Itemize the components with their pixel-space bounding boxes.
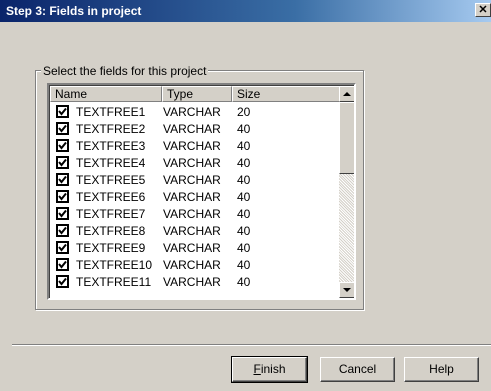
table-row[interactable]: TEXTFREE10 VARCHAR 40 xyxy=(50,256,340,273)
row-checkbox[interactable] xyxy=(56,105,69,118)
row-checkbox[interactable] xyxy=(56,275,69,288)
cell-name: TEXTFREE7 xyxy=(76,207,146,221)
row-checkbox[interactable] xyxy=(56,139,69,152)
cell-size: 40 xyxy=(237,156,251,170)
help-button[interactable]: Help xyxy=(404,357,479,382)
row-checkbox[interactable] xyxy=(56,207,69,220)
row-checkbox[interactable] xyxy=(56,122,69,135)
row-checkbox[interactable] xyxy=(56,258,69,271)
table-row[interactable]: TEXTFREE5 VARCHAR 40 xyxy=(50,171,340,188)
scrollbar-thumb[interactable] xyxy=(339,102,354,174)
cell-type: VARCHAR xyxy=(163,105,221,119)
cell-size: 40 xyxy=(237,207,251,221)
scroll-down-button[interactable] xyxy=(339,282,354,298)
cell-name: TEXTFREE5 xyxy=(76,173,146,187)
cell-name: TEXTFREE8 xyxy=(76,224,146,238)
cell-name: TEXTFREE1 xyxy=(76,105,146,119)
column-header-size[interactable]: Size xyxy=(232,86,340,102)
cell-type: VARCHAR xyxy=(163,207,221,221)
fields-list[interactable]: Name Type Size TEXTFREE1 VARCHAR 20 TEXTFRE… xyxy=(47,83,356,300)
cell-size: 40 xyxy=(237,258,251,272)
table-row[interactable]: TEXTFREE4 VARCHAR 40 xyxy=(50,154,340,171)
row-checkbox[interactable] xyxy=(56,156,69,169)
cell-size: 40 xyxy=(237,139,251,153)
cell-name: TEXTFREE9 xyxy=(76,241,146,255)
cell-type: VARCHAR xyxy=(163,156,221,170)
table-row[interactable]: TEXTFREE7 VARCHAR 40 xyxy=(50,205,340,222)
cell-name: TEXTFREE10 xyxy=(76,258,153,272)
cell-name: TEXTFREE2 xyxy=(76,122,146,136)
checkmark-icon xyxy=(58,158,67,167)
arrow-down-icon xyxy=(343,288,351,292)
table-row[interactable]: TEXTFREE9 VARCHAR 40 xyxy=(50,239,340,256)
table-row[interactable]: TEXTFREE3 VARCHAR 40 xyxy=(50,137,340,154)
cell-size: 40 xyxy=(237,224,251,238)
row-checkbox[interactable] xyxy=(56,173,69,186)
cell-type: VARCHAR xyxy=(163,241,221,255)
cell-type: VARCHAR xyxy=(163,173,221,187)
cell-type: VARCHAR xyxy=(163,190,221,204)
dialog-title: Step 3: Fields in project xyxy=(6,4,142,18)
checkmark-icon xyxy=(58,277,67,286)
title-bar[interactable]: Step 3: Fields in project ✕ xyxy=(0,0,491,22)
cancel-button[interactable]: Cancel xyxy=(320,357,395,382)
cell-size: 20 xyxy=(237,105,251,119)
cell-type: VARCHAR xyxy=(163,224,221,238)
checkmark-icon xyxy=(58,141,67,150)
checkmark-icon xyxy=(58,124,67,133)
fields-dialog: Step 3: Fields in project ✕ Select the f… xyxy=(0,0,491,391)
checkmark-icon xyxy=(58,209,67,218)
cell-name: TEXTFREE4 xyxy=(76,156,146,170)
table-row[interactable]: TEXTFREE2 VARCHAR 40 xyxy=(50,120,340,137)
cell-size: 40 xyxy=(237,275,251,289)
finish-mnemonic: F xyxy=(253,362,261,376)
checkmark-icon xyxy=(58,260,67,269)
checkmark-icon xyxy=(58,226,67,235)
cell-name: TEXTFREE6 xyxy=(76,190,146,204)
row-checkbox[interactable] xyxy=(56,241,69,254)
cell-size: 40 xyxy=(237,122,251,136)
finish-button[interactable]: Finish xyxy=(231,356,308,383)
vertical-scrollbar[interactable] xyxy=(339,86,354,298)
groupbox-label: Select the fields for this project xyxy=(41,64,209,78)
footer-separator xyxy=(12,344,491,346)
scroll-up-button[interactable] xyxy=(339,86,354,102)
cell-type: VARCHAR xyxy=(163,258,221,272)
checkmark-icon xyxy=(58,192,67,201)
cell-type: VARCHAR xyxy=(163,139,221,153)
table-row[interactable]: TEXTFREE11 VARCHAR 40 xyxy=(50,273,340,290)
cell-size: 40 xyxy=(237,241,251,255)
column-header-name[interactable]: Name xyxy=(50,86,162,102)
close-icon[interactable]: ✕ xyxy=(475,3,491,17)
checkmark-icon xyxy=(58,175,67,184)
cell-size: 40 xyxy=(237,173,251,187)
list-header: Name Type Size xyxy=(50,86,340,102)
checkmark-icon xyxy=(58,243,67,252)
row-checkbox[interactable] xyxy=(56,190,69,203)
finish-label: inish xyxy=(260,362,286,376)
cell-size: 40 xyxy=(237,190,251,204)
cell-name: TEXTFREE11 xyxy=(76,275,152,289)
cell-name: TEXTFREE3 xyxy=(76,139,146,153)
checkmark-icon xyxy=(58,107,67,116)
table-row[interactable]: TEXTFREE8 VARCHAR 40 xyxy=(50,222,340,239)
cell-type: VARCHAR xyxy=(163,275,221,289)
column-header-type[interactable]: Type xyxy=(162,86,232,102)
cell-type: VARCHAR xyxy=(163,122,221,136)
table-row[interactable]: TEXTFREE6 VARCHAR 40 xyxy=(50,188,340,205)
table-row[interactable]: TEXTFREE1 VARCHAR 20 xyxy=(50,103,340,120)
arrow-up-icon xyxy=(343,92,351,96)
row-checkbox[interactable] xyxy=(56,224,69,237)
